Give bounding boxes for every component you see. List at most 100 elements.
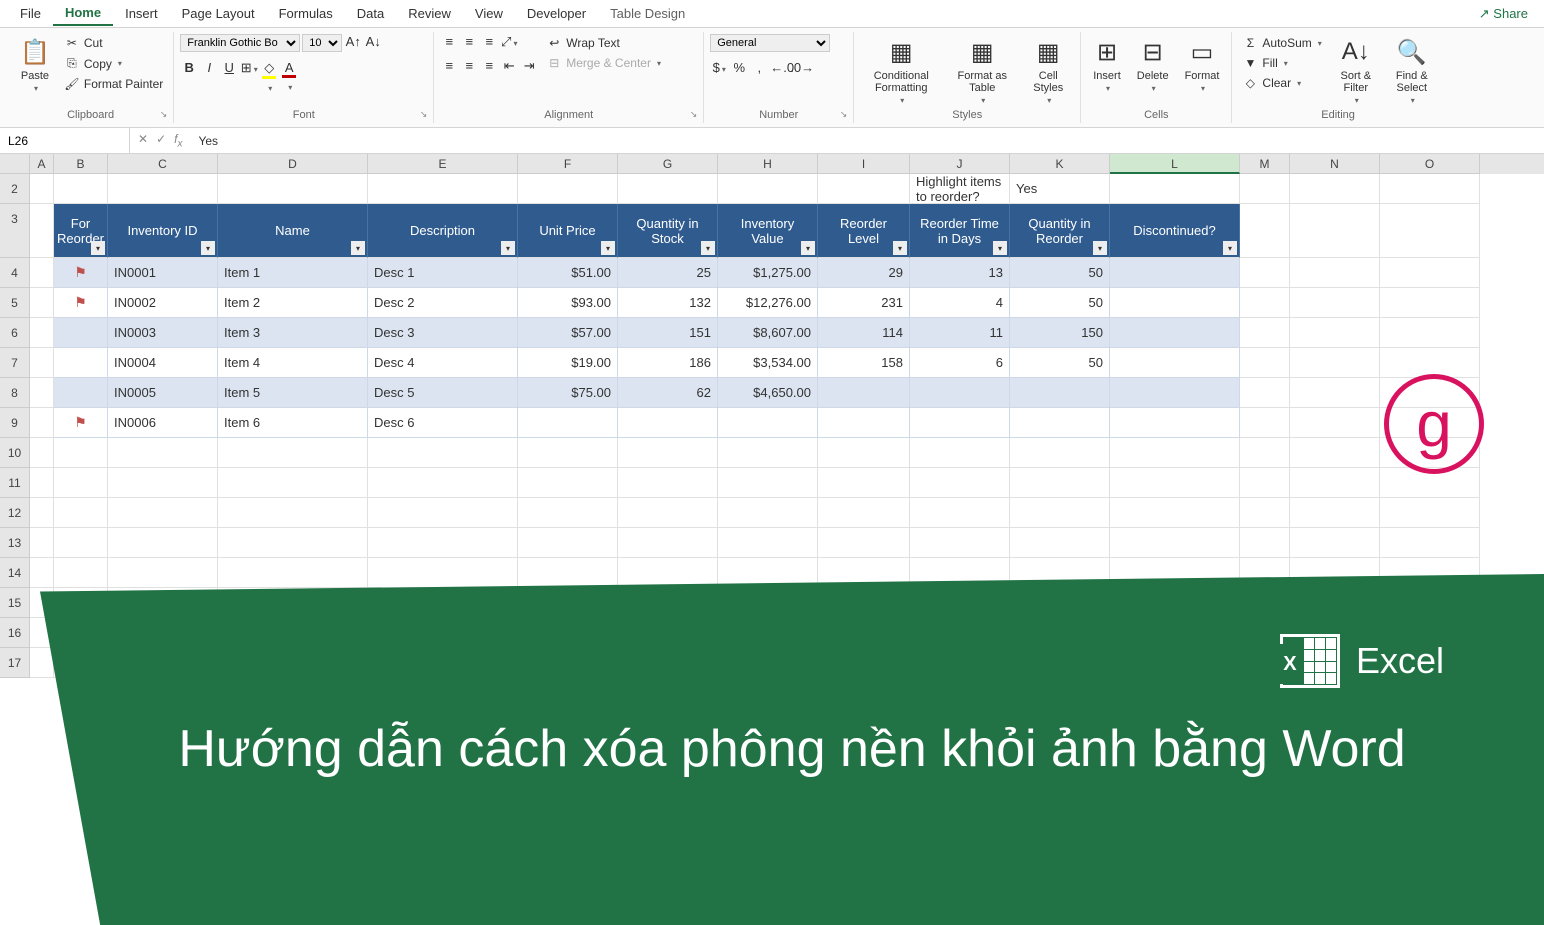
tab-developer[interactable]: Developer — [515, 2, 598, 25]
cell[interactable] — [1010, 498, 1110, 528]
cell[interactable] — [30, 558, 54, 588]
table-cell[interactable]: Item 3 — [218, 318, 368, 348]
cell[interactable] — [1290, 438, 1380, 468]
decrease-decimal-icon[interactable]: .0→ — [790, 60, 808, 75]
table-cell[interactable]: Desc 6 — [368, 408, 518, 438]
table-cell[interactable] — [1110, 318, 1240, 348]
cell[interactable] — [1240, 348, 1290, 378]
number-format-select[interactable]: General — [710, 34, 830, 52]
tab-page-layout[interactable]: Page Layout — [170, 2, 267, 25]
cell[interactable] — [618, 468, 718, 498]
col-header[interactable]: F — [518, 154, 618, 174]
enter-formula-icon[interactable]: ✓ — [156, 132, 166, 149]
comma-icon[interactable]: , — [750, 60, 768, 75]
increase-indent-icon[interactable]: ⇥ — [520, 58, 538, 74]
cell[interactable] — [1010, 468, 1110, 498]
filter-icon[interactable]: ▾ — [201, 241, 215, 255]
table-cell[interactable]: 29 — [818, 258, 910, 288]
table-cell[interactable] — [910, 408, 1010, 438]
cell[interactable] — [1240, 378, 1290, 408]
table-header[interactable]: Inventory Value▾ — [718, 204, 818, 258]
italic-button[interactable]: I — [200, 60, 218, 94]
cell[interactable] — [108, 174, 218, 204]
table-header[interactable]: Name▾ — [218, 204, 368, 258]
table-cell[interactable]: $12,276.00 — [718, 288, 818, 318]
align-bottom-icon[interactable]: ≡ — [480, 34, 498, 50]
border-button[interactable]: ⊞ — [240, 60, 258, 94]
table-cell[interactable] — [1010, 378, 1110, 408]
table-cell[interactable]: $75.00 — [518, 378, 618, 408]
row-header[interactable]: 4 — [0, 258, 30, 288]
tab-data[interactable]: Data — [345, 2, 396, 25]
cancel-formula-icon[interactable]: ✕ — [138, 132, 148, 149]
table-cell[interactable]: 11 — [910, 318, 1010, 348]
table-header[interactable]: Discontinued?▾ — [1110, 204, 1240, 258]
table-cell[interactable]: 132 — [618, 288, 718, 318]
table-cell[interactable]: $4,650.00 — [718, 378, 818, 408]
table-cell[interactable] — [1110, 408, 1240, 438]
cell[interactable] — [718, 438, 818, 468]
col-header[interactable]: O — [1380, 154, 1480, 174]
col-header[interactable]: A — [30, 154, 54, 174]
table-cell[interactable]: Desc 2 — [368, 288, 518, 318]
cell[interactable] — [1240, 498, 1290, 528]
table-cell[interactable]: IN0005 — [108, 378, 218, 408]
row-header[interactable]: 17 — [0, 648, 30, 678]
cell[interactable] — [618, 174, 718, 204]
col-header[interactable]: J — [910, 154, 1010, 174]
table-cell[interactable]: 50 — [1010, 288, 1110, 318]
table-cell[interactable]: IN0002 — [108, 288, 218, 318]
decrease-indent-icon[interactable]: ⇤ — [500, 58, 518, 74]
table-cell[interactable]: 158 — [818, 348, 910, 378]
font-size-select[interactable]: 10 — [302, 34, 342, 52]
table-cell[interactable] — [1110, 378, 1240, 408]
cell[interactable] — [518, 468, 618, 498]
insert-cells-button[interactable]: ⊞Insert — [1087, 34, 1127, 95]
cell[interactable] — [218, 558, 368, 588]
tab-file[interactable]: File — [8, 2, 53, 25]
cell[interactable] — [30, 288, 54, 318]
row-header[interactable]: 16 — [0, 618, 30, 648]
cell[interactable] — [718, 498, 818, 528]
cell[interactable] — [368, 498, 518, 528]
table-cell[interactable]: 114 — [818, 318, 910, 348]
table-cell[interactable]: 25 — [618, 258, 718, 288]
cell[interactable] — [1240, 204, 1290, 258]
cell[interactable] — [1240, 438, 1290, 468]
col-header[interactable]: H — [718, 154, 818, 174]
cell[interactable] — [368, 174, 518, 204]
cell[interactable] — [1290, 498, 1380, 528]
col-header[interactable]: I — [818, 154, 910, 174]
fill-button[interactable]: ▼Fill — [1238, 54, 1325, 72]
table-header[interactable]: For Reorder▾ — [54, 204, 108, 258]
table-cell[interactable]: IN0003 — [108, 318, 218, 348]
table-cell[interactable]: $3,534.00 — [718, 348, 818, 378]
cell[interactable] — [218, 174, 368, 204]
table-cell[interactable] — [54, 378, 108, 408]
table-header[interactable]: Quantity in Reorder▾ — [1010, 204, 1110, 258]
cell[interactable] — [518, 498, 618, 528]
currency-icon[interactable]: $ — [710, 60, 728, 75]
fill-color-button[interactable]: ◇ — [260, 60, 278, 94]
font-launcher-icon[interactable]: ↘ — [420, 109, 428, 120]
cell[interactable] — [718, 174, 818, 204]
row-header[interactable]: 10 — [0, 438, 30, 468]
table-cell[interactable] — [518, 408, 618, 438]
cell[interactable] — [218, 528, 368, 558]
col-header[interactable]: E — [368, 154, 518, 174]
table-cell[interactable]: $8,607.00 — [718, 318, 818, 348]
cell[interactable] — [108, 498, 218, 528]
cell[interactable] — [1380, 288, 1480, 318]
cell[interactable] — [910, 468, 1010, 498]
table-cell[interactable]: IN0001 — [108, 258, 218, 288]
table-cell[interactable] — [718, 408, 818, 438]
filter-icon[interactable]: ▾ — [993, 241, 1007, 255]
cell[interactable] — [30, 174, 54, 204]
cell[interactable] — [1240, 288, 1290, 318]
cell[interactable] — [818, 438, 910, 468]
name-box[interactable] — [0, 128, 130, 153]
cell[interactable] — [1240, 318, 1290, 348]
table-cell[interactable] — [1110, 288, 1240, 318]
copy-button[interactable]: ⎘Copy — [60, 54, 167, 73]
cell[interactable] — [910, 528, 1010, 558]
